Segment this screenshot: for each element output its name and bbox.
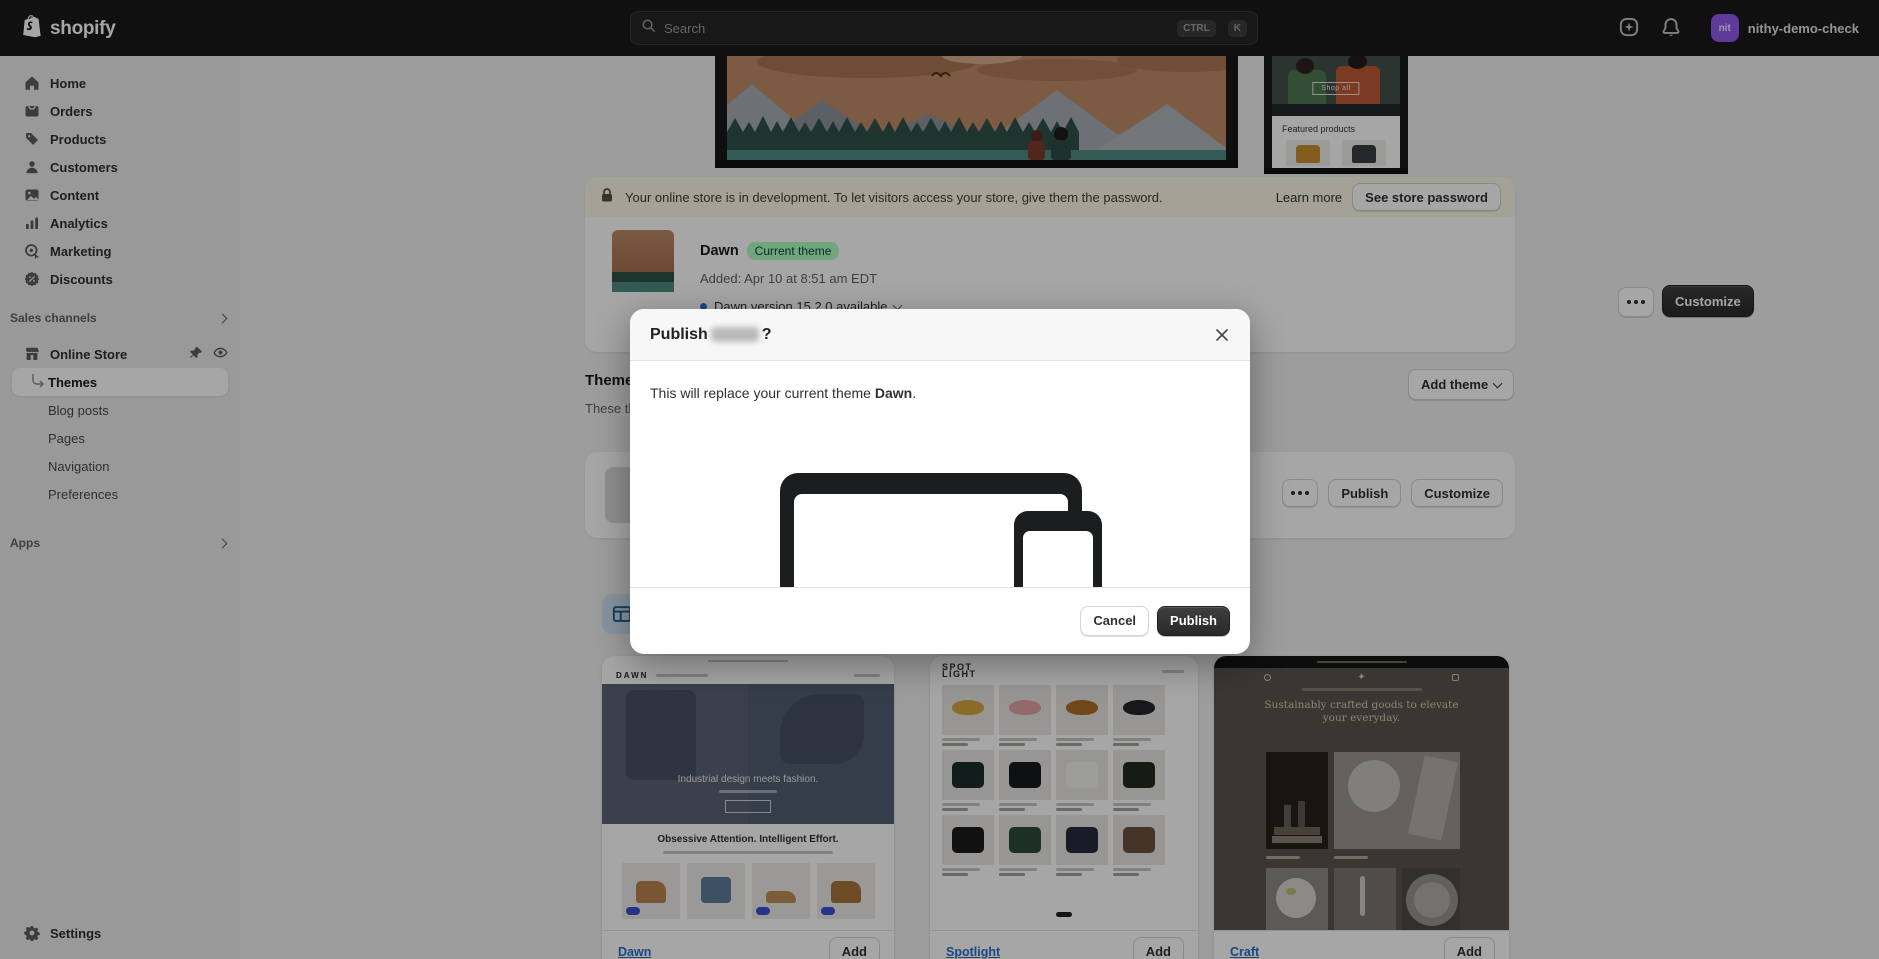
redacted-theme-name xyxy=(710,327,759,342)
modal-body: This will replace your current theme Daw… xyxy=(630,361,1250,587)
modal-title-prefix: Publish xyxy=(650,325,708,343)
close-icon[interactable] xyxy=(1210,323,1234,347)
modal-footer: Cancel Publish xyxy=(630,587,1250,653)
shopify-admin-themes-page: shopify Search CTRL K nit nithy-demo-che… xyxy=(0,0,1879,959)
modal-title: Publish ? xyxy=(650,326,772,344)
modal-header: Publish ? xyxy=(630,309,1250,361)
modal-message: This will replace your current theme Daw… xyxy=(630,361,1250,401)
message-theme-name: Dawn xyxy=(874,385,913,401)
cancel-button[interactable]: Cancel xyxy=(1080,605,1150,636)
message-suffix: . xyxy=(912,385,917,401)
modal-title-suffix: ? xyxy=(761,325,772,343)
publish-button[interactable]: Publish xyxy=(1157,605,1230,636)
message-prefix: This will replace your current theme xyxy=(650,385,875,401)
phone-frame-illustration xyxy=(1014,511,1102,587)
publish-theme-modal: Publish ? This will replace your current… xyxy=(630,309,1250,654)
